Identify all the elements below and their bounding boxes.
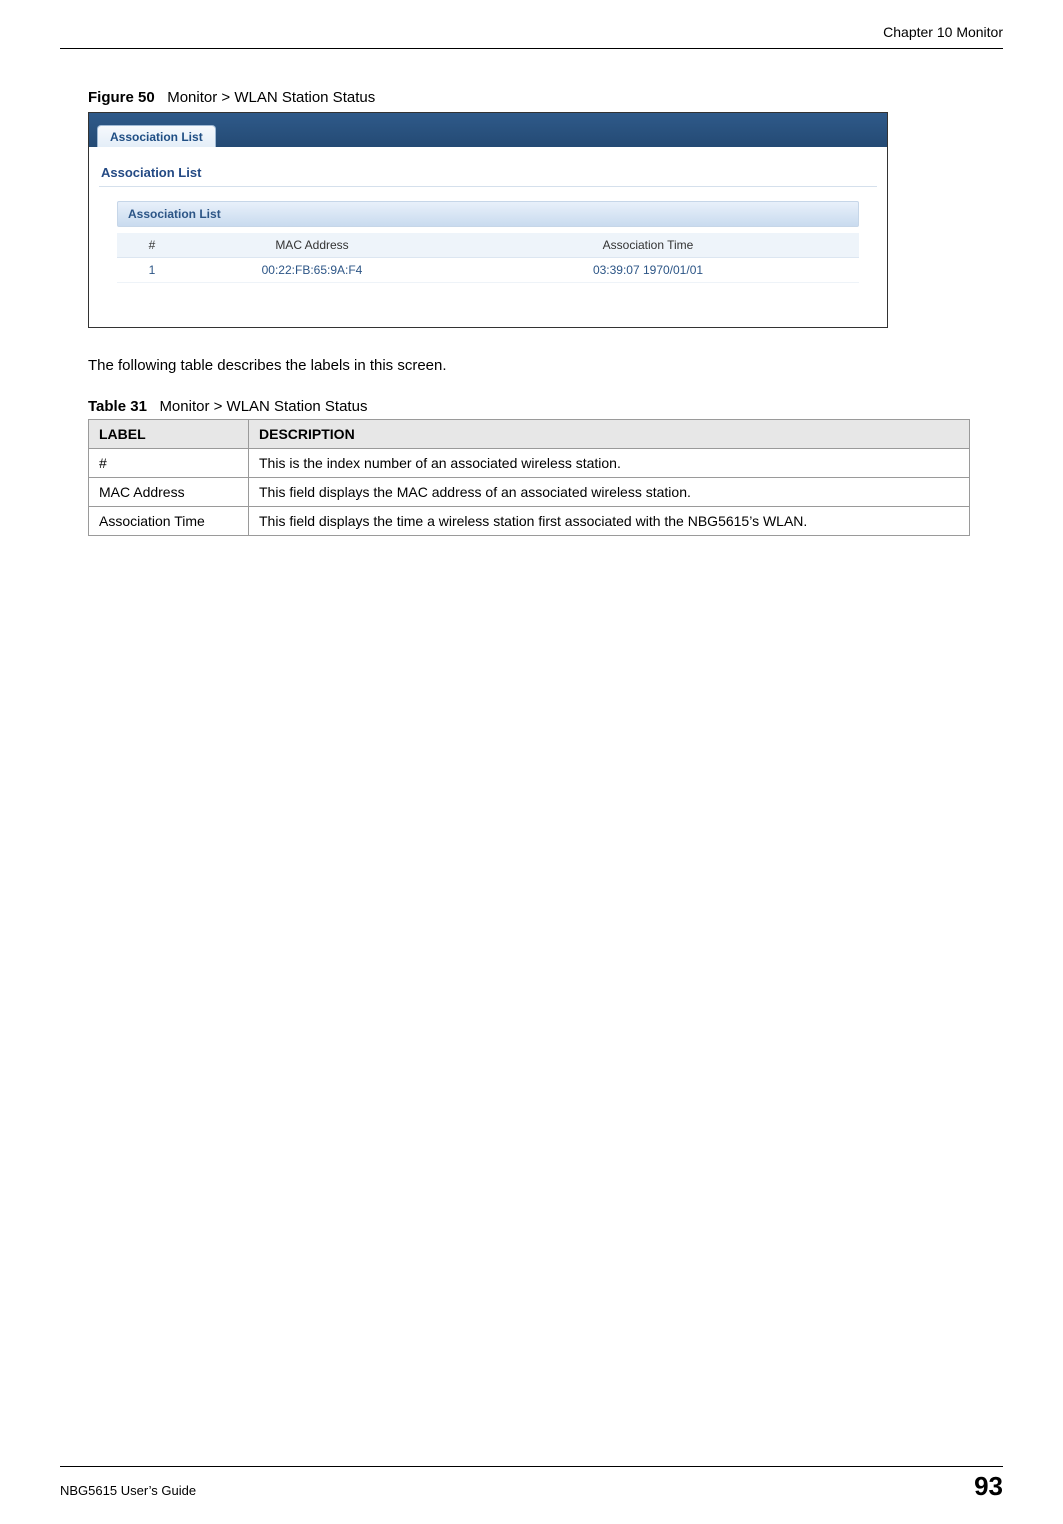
description-label-cell: Association Time: [89, 507, 249, 536]
screenshot-col-time: Association Time: [437, 233, 859, 258]
footer-guide-name: NBG5615 User’s Guide: [60, 1483, 196, 1498]
description-table-row: MAC Address This field displays the MAC …: [89, 478, 970, 507]
description-label-cell: MAC Address: [89, 478, 249, 507]
table-title: Monitor > WLAN Station Status: [159, 398, 367, 415]
screenshot-section-title: Association List: [99, 161, 877, 186]
description-desc-cell: This is the index number of an associate…: [249, 449, 970, 478]
screenshot-cell-mac: 00:22:FB:65:9A:F4: [187, 258, 437, 283]
footer: NBG5615 User’s Guide 93: [60, 1466, 1003, 1502]
screenshot-panel-header: Association List: [117, 201, 859, 227]
description-table: LABEL DESCRIPTION # This is the index nu…: [88, 419, 970, 536]
screenshot-col-mac: MAC Address: [187, 233, 437, 258]
footer-page-number: 93: [974, 1471, 1003, 1502]
chapter-header: Chapter 10 Monitor: [60, 24, 1003, 40]
footer-row: NBG5615 User’s Guide 93: [60, 1471, 1003, 1502]
table-label: Table 31: [88, 398, 147, 415]
description-desc-cell: This field displays the time a wireless …: [249, 507, 970, 536]
page: Chapter 10 Monitor Figure 50 Monitor > W…: [0, 0, 1063, 1524]
screenshot-tab-association-list[interactable]: Association List: [97, 125, 216, 147]
description-header-desc: DESCRIPTION: [249, 420, 970, 449]
screenshot-frame: Association List Association List Associ…: [88, 112, 888, 328]
screenshot-cell-time: 03:39:07 1970/01/01: [437, 258, 859, 283]
figure-label: Figure 50: [88, 89, 155, 106]
description-table-row: Association Time This field displays the…: [89, 507, 970, 536]
screenshot-cell-index: 1: [117, 258, 187, 283]
description-label-cell: #: [89, 449, 249, 478]
screenshot-panel: Association List # MAC Address Associati…: [99, 186, 877, 301]
figure-caption: Figure 50 Monitor > WLAN Station Status: [88, 89, 975, 106]
screenshot-table-row: 1 00:22:FB:65:9A:F4 03:39:07 1970/01/01: [117, 258, 859, 283]
screenshot-col-index: #: [117, 233, 187, 258]
screenshot-body: Association List Association List # MAC …: [89, 147, 887, 327]
screenshot-tabbar: Association List: [89, 113, 887, 147]
description-desc-cell: This field displays the MAC address of a…: [249, 478, 970, 507]
top-rule: [60, 48, 1003, 49]
body-paragraph: The following table describes the labels…: [88, 356, 975, 376]
footer-rule: [60, 1466, 1003, 1467]
screenshot-table: # MAC Address Association Time 1 00:22:F…: [117, 233, 859, 283]
description-header-label: LABEL: [89, 420, 249, 449]
figure-title: Monitor > WLAN Station Status: [167, 89, 375, 106]
description-table-row: # This is the index number of an associa…: [89, 449, 970, 478]
description-table-header-row: LABEL DESCRIPTION: [89, 420, 970, 449]
table-caption: Table 31 Monitor > WLAN Station Status: [88, 398, 975, 415]
screenshot-table-header-row: # MAC Address Association Time: [117, 233, 859, 258]
